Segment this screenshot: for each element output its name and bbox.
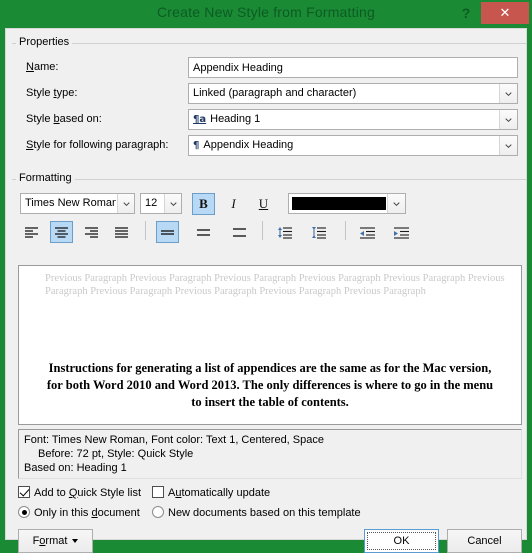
radio-icon xyxy=(152,506,164,518)
preview-previous-paragraph-text: Previous Paragraph Previous Paragraph Pr… xyxy=(45,273,505,297)
automatically-update-label: Automatically update xyxy=(168,487,271,499)
chevron-down-icon[interactable] xyxy=(499,110,517,129)
cancel-button[interactable]: Cancel xyxy=(447,529,522,553)
chevron-down-icon[interactable] xyxy=(117,194,134,213)
italic-button[interactable]: I xyxy=(222,193,245,215)
add-to-quick-style-list-label: Add to Quick Style list xyxy=(34,487,141,499)
properties-group-label: Properties xyxy=(16,36,73,48)
name-input[interactable] xyxy=(188,57,518,78)
font-family-combobox[interactable]: Times New Roman xyxy=(20,193,135,214)
style-type-value: Linked (paragraph and character) xyxy=(193,87,357,99)
properties-group: Properties Name: Style type: Linked (par… xyxy=(12,36,526,161)
style-based-on-combobox[interactable]: ¶a Heading 1 xyxy=(188,109,518,130)
align-center-button[interactable] xyxy=(50,221,73,243)
chevron-down-icon[interactable] xyxy=(499,136,517,155)
line-spacing-single-button[interactable] xyxy=(156,221,179,243)
formatting-group-divider xyxy=(12,179,526,180)
align-justify-button[interactable] xyxy=(110,221,133,243)
bold-button[interactable]: B xyxy=(192,193,215,215)
only-in-this-document-radio[interactable]: Only in this document xyxy=(18,506,140,519)
checkbox-icon xyxy=(18,486,30,498)
increase-paragraph-spacing-button[interactable] xyxy=(274,221,297,243)
checkbox-icon xyxy=(152,486,164,498)
caret-down-icon xyxy=(72,539,79,543)
style-type-label: Style type: xyxy=(26,87,78,99)
paragraph-style-icon: ¶ xyxy=(193,140,200,151)
window-title: Create New Style from Formatting xyxy=(156,4,376,20)
close-button[interactable]: ✕ xyxy=(481,2,529,24)
create-new-style-dialog: Create New Style from Formatting ? ✕ Pro… xyxy=(0,0,532,553)
only-in-this-document-label: Only in this document xyxy=(34,507,140,519)
line-spacing-double-button[interactable] xyxy=(228,221,251,243)
underline-button[interactable]: U xyxy=(252,193,275,215)
description-line-1: Font: Times New Roman, Font color: Text … xyxy=(24,434,324,446)
line-spacing-1-5-button[interactable] xyxy=(192,221,215,243)
properties-group-divider xyxy=(12,43,526,44)
linked-style-icon: ¶a xyxy=(193,114,207,125)
formatting-group-label: Formatting xyxy=(16,172,75,184)
toolbar-separator xyxy=(145,221,146,240)
font-family-value: Times New Roman xyxy=(25,197,116,209)
style-following-value: Appendix Heading xyxy=(203,139,294,151)
chevron-down-icon[interactable] xyxy=(499,84,517,103)
title-bar: Create New Style from Formatting ? ✕ xyxy=(0,0,532,28)
formatting-group: Formatting Times New Roman 12 B I U xyxy=(12,172,526,259)
increase-indent-button[interactable] xyxy=(390,221,413,243)
description-line-3: Based on: Heading 1 xyxy=(24,462,127,474)
radio-icon xyxy=(18,506,30,518)
add-to-quick-style-list-checkbox[interactable]: Add to Quick Style list xyxy=(18,486,141,499)
align-left-button[interactable] xyxy=(20,221,43,243)
font-size-value: 12 xyxy=(145,197,158,209)
style-following-label: Style for following paragraph: xyxy=(26,139,169,151)
style-based-on-value: Heading 1 xyxy=(210,113,261,125)
format-button-label: Format xyxy=(32,535,68,547)
style-description-box: Font: Times New Roman, Font color: Text … xyxy=(18,429,522,479)
chevron-down-icon[interactable] xyxy=(164,194,181,213)
font-color-combobox[interactable] xyxy=(288,193,406,214)
style-based-on-label: Style based on: xyxy=(26,113,102,125)
style-preview-pane: Previous Paragraph Previous Paragraph Pr… xyxy=(18,265,522,425)
decrease-indent-button[interactable] xyxy=(356,221,379,243)
dialog-client-area: Properties Name: Style type: Linked (par… xyxy=(5,28,527,553)
new-documents-template-radio[interactable]: New documents based on this template xyxy=(152,506,361,519)
chevron-down-icon[interactable] xyxy=(387,194,405,213)
style-type-combobox[interactable]: Linked (paragraph and character) xyxy=(188,83,518,104)
toolbar-separator xyxy=(345,221,346,240)
help-button[interactable]: ? xyxy=(455,2,477,24)
automatically-update-checkbox[interactable]: Automatically update xyxy=(152,486,270,499)
description-line-2: Before: 72 pt, Style: Quick Style xyxy=(38,448,194,460)
font-size-combobox[interactable]: 12 xyxy=(140,193,182,214)
style-following-combobox[interactable]: ¶ Appendix Heading xyxy=(188,135,518,156)
toolbar-separator xyxy=(262,221,263,240)
format-button[interactable]: Format xyxy=(18,529,93,553)
new-documents-template-label: New documents based on this template xyxy=(168,507,361,519)
preview-sample-text: Instructions for generating a list of ap… xyxy=(46,361,494,409)
focus-rectangle xyxy=(367,532,436,550)
cancel-button-label: Cancel xyxy=(467,535,502,547)
font-color-swatch xyxy=(292,197,386,210)
ok-button[interactable]: OK xyxy=(364,529,439,553)
name-label: Name: xyxy=(26,61,59,73)
decrease-paragraph-spacing-button[interactable] xyxy=(308,221,331,243)
align-right-button[interactable] xyxy=(80,221,103,243)
